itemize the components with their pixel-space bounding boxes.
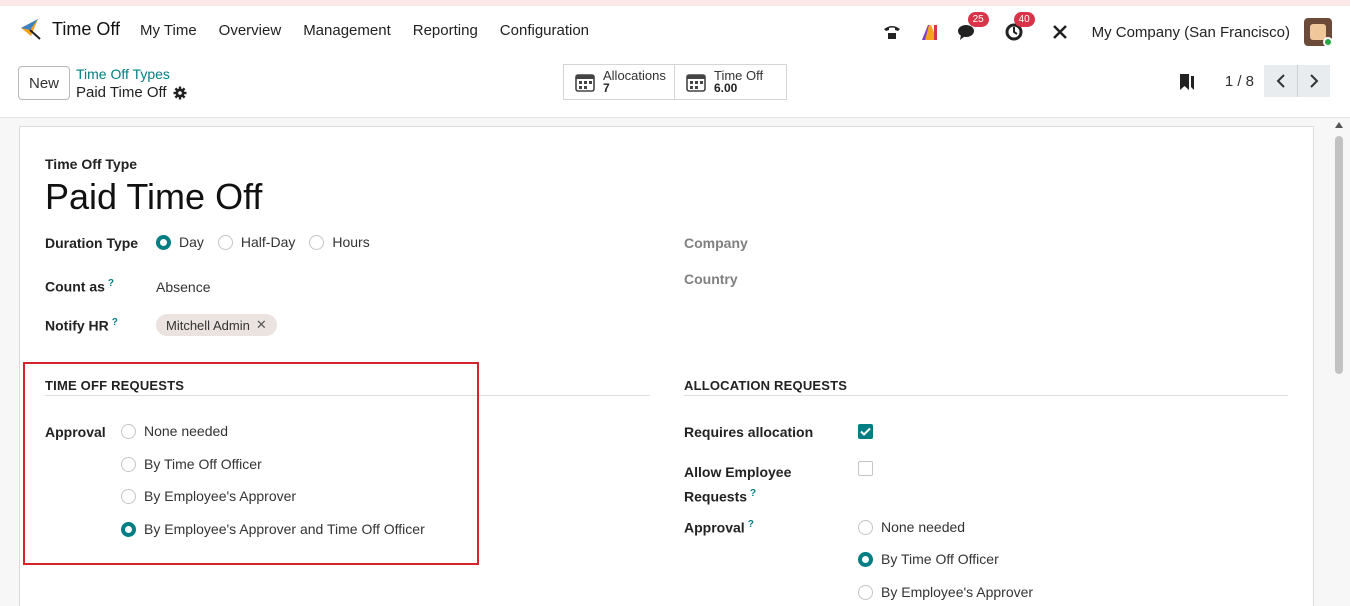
calendar-icon: [575, 74, 595, 92]
smart-buttons: Allocations 7 Time Off 6.00: [563, 64, 787, 100]
notify-hr-field[interactable]: Mitchell Admin ✕: [156, 314, 277, 336]
systray: 25 40 My Company (San Francisco): [880, 12, 1332, 46]
duration-option-half-day-label: Half-Day: [240, 234, 296, 250]
menu-management[interactable]: Management: [303, 22, 391, 39]
radio-hours[interactable]: [309, 234, 325, 250]
notify-hr-help[interactable]: ?: [112, 317, 118, 328]
allow-employee-requests-help[interactable]: ?: [750, 488, 756, 499]
duration-option-hours[interactable]: Hours: [309, 234, 370, 250]
vertical-scrollbar[interactable]: [1334, 118, 1344, 606]
scroll-thumb[interactable]: [1335, 136, 1343, 374]
duration-option-half-day[interactable]: Half-Day: [217, 234, 296, 250]
allocation-approval-approver[interactable]: By Employee's Approver: [858, 584, 1033, 600]
duration-type-radio-group: Day Half-Day Hours: [156, 234, 370, 250]
count-as-field[interactable]: Absence: [156, 279, 210, 295]
app-brand[interactable]: Time Off: [18, 16, 120, 42]
allocation-requests-separator: [684, 395, 1288, 396]
gear-icon[interactable]: [173, 86, 187, 100]
requires-allocation-label: Requires allocation: [684, 424, 814, 440]
messages-badge: 25: [967, 12, 989, 27]
bookmark-icon[interactable]: [1179, 73, 1195, 91]
ai-icon[interactable]: [918, 20, 942, 44]
menu-my-time[interactable]: My Time: [140, 22, 197, 39]
allocation-requests-title: ALLOCATION REQUESTS: [684, 378, 848, 393]
breadcrumb-current-label: Paid Time Off: [76, 84, 167, 101]
activities-icon[interactable]: 40: [1002, 12, 1035, 44]
count-as-label-text: Count as: [45, 278, 105, 295]
allocation-approval-label: Approval?: [684, 519, 754, 536]
allow-employee-requests-checkbox[interactable]: [858, 461, 873, 476]
pager-previous-button[interactable]: [1264, 65, 1297, 97]
radio-allocation-by-approver[interactable]: [858, 584, 873, 600]
time-off-app-icon: [21, 19, 41, 40]
pager: 1 / 8: [1225, 65, 1330, 97]
allocation-approval-none-label: None needed: [881, 519, 966, 535]
requires-allocation-checkbox[interactable]: [858, 424, 873, 439]
count-as-label: Count as?: [45, 278, 114, 295]
company-switcher[interactable]: My Company (San Francisco): [1092, 24, 1290, 41]
allocations-value: 7: [603, 81, 610, 95]
notify-hr-tag: Mitchell Admin ✕: [156, 314, 277, 336]
remove-tag-icon[interactable]: ✕: [256, 317, 267, 333]
duration-type-label: Duration Type: [45, 235, 139, 251]
menu-configuration[interactable]: Configuration: [500, 22, 589, 39]
breadcrumb-parent-link[interactable]: Time Off Types: [76, 66, 170, 82]
menu-reporting[interactable]: Reporting: [413, 22, 478, 39]
radio-allocation-none-needed[interactable]: [858, 519, 873, 535]
activities-badge: 40: [1013, 12, 1035, 27]
breadcrumb-current: Paid Time Off: [76, 84, 187, 101]
radio-half-day[interactable]: [217, 234, 233, 250]
allocation-approval-officer-label: By Time Off Officer: [881, 551, 999, 567]
user-avatar[interactable]: [1304, 18, 1332, 46]
allocation-approval-none[interactable]: None needed: [858, 519, 965, 535]
checkmark-icon: [860, 427, 871, 436]
notify-hr-label-text: Notify HR: [45, 317, 109, 334]
messages-icon[interactable]: 25: [956, 12, 989, 44]
pager-next-button[interactable]: [1297, 65, 1330, 97]
time-off-type-label: Time Off Type: [45, 156, 138, 172]
radio-day[interactable]: [156, 234, 171, 250]
radio-allocation-by-officer[interactable]: [858, 551, 873, 567]
app-name: Time Off: [52, 18, 121, 39]
company-label: Company: [684, 235, 748, 251]
duration-option-day[interactable]: Day: [156, 234, 204, 250]
scroll-up-arrow-icon[interactable]: [1335, 122, 1343, 128]
tools-icon[interactable]: [1048, 20, 1072, 44]
chevron-right-icon: [1310, 74, 1319, 88]
top-navbar: Time Off My Time Overview Management Rep…: [0, 0, 1350, 62]
notify-hr-tag-label: Mitchell Admin: [166, 317, 250, 333]
chevron-left-icon: [1276, 74, 1285, 88]
allocations-smart-button[interactable]: Allocations 7: [563, 64, 675, 100]
allow-employee-requests-label-line2: Requests: [684, 488, 748, 505]
time-off-value: 6.00: [714, 81, 738, 95]
allocation-approval-label-text: Approval: [684, 519, 745, 536]
allow-employee-requests-label: Allow Employee Requests?: [684, 461, 791, 508]
notify-hr-label: Notify HR?: [45, 317, 118, 334]
allocation-approval-approver-label: By Employee's Approver: [881, 584, 1034, 600]
menu-overview[interactable]: Overview: [219, 22, 282, 39]
control-panel: New Time Off Types Paid Time Off Allocat…: [0, 54, 1350, 118]
online-status-dot: [1323, 37, 1332, 46]
name-field[interactable]: Paid Time Off: [45, 176, 262, 218]
new-button[interactable]: New: [18, 66, 70, 100]
phone-icon[interactable]: [880, 20, 904, 44]
allocations-label: Allocations: [603, 68, 666, 83]
main-menu: My Time Overview Management Reporting Co…: [140, 22, 589, 39]
time-off-smart-button[interactable]: Time Off 6.00: [675, 64, 787, 100]
country-label: Country: [684, 271, 738, 287]
allocation-approval-help[interactable]: ?: [748, 519, 754, 530]
duration-option-day-label: Day: [179, 234, 204, 250]
count-as-help[interactable]: ?: [108, 278, 114, 289]
highlight-box: [23, 362, 479, 565]
allocation-approval-officer[interactable]: By Time Off Officer: [858, 551, 999, 567]
pager-value[interactable]: 1 / 8: [1225, 73, 1254, 90]
duration-option-hours-label: Hours: [332, 234, 370, 250]
calendar-icon: [686, 74, 706, 92]
allow-employee-requests-label-line1: Allow Employee: [684, 464, 792, 480]
